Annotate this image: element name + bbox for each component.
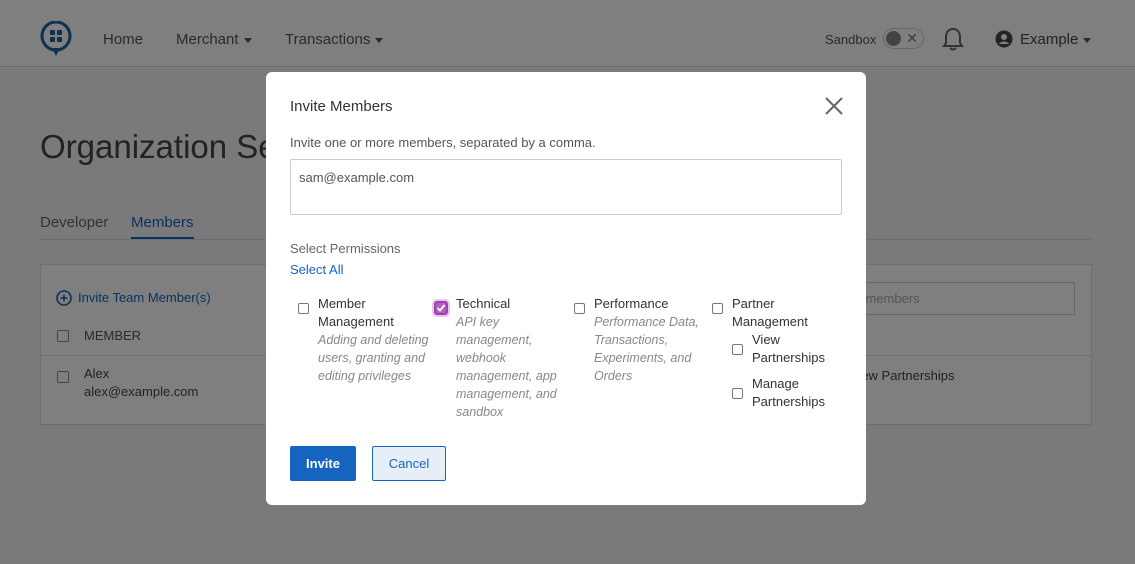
member-management-description: Adding and deleting users, granting and … (318, 331, 429, 385)
view-partnerships-label: View Partnerships (752, 331, 825, 367)
desc-line: API key (456, 315, 500, 329)
permissions-heading: Select Permissions (290, 241, 401, 256)
cancel-button[interactable]: Cancel (372, 446, 446, 481)
checkmark-icon (436, 304, 446, 312)
desc-line: editing privileges (318, 369, 412, 383)
title-line: Management (732, 314, 808, 329)
close-icon[interactable] (822, 94, 846, 118)
title-line: Manage (752, 376, 799, 391)
modal-title: Invite Members (290, 98, 393, 115)
manage-partnerships-checkbox[interactable] (732, 388, 743, 399)
title-line: Member (318, 296, 366, 311)
title-line: Performance (594, 296, 669, 311)
member-management-checkbox[interactable] (298, 303, 309, 314)
technical-title: Technical (456, 295, 510, 313)
desc-line: management, and (456, 387, 557, 401)
partner-management-checkbox[interactable] (712, 303, 723, 314)
desc-line: sandbox (456, 405, 504, 419)
invite-button[interactable]: Invite (290, 446, 356, 481)
desc-line: Experiments, and (594, 351, 692, 365)
title-line: Partnerships (752, 394, 825, 409)
select-all-link[interactable]: Select All (290, 262, 343, 277)
partner-management-title: Partner Management (732, 295, 808, 331)
title-line: Technical (456, 296, 511, 311)
title-line: Management (318, 314, 394, 329)
performance-description: Performance Data, Transactions, Experime… (594, 313, 699, 385)
manage-partnerships-label: Manage Partnerships (752, 375, 825, 411)
member-management-title: Member Management (318, 295, 394, 331)
technical-checkbox[interactable] (434, 301, 448, 315)
emails-input[interactable] (290, 159, 842, 215)
desc-line: users, granting and (318, 351, 426, 365)
desc-line: webhook (456, 351, 507, 365)
desc-line: management, app (456, 369, 557, 383)
desc-line: Performance Data, (594, 315, 699, 329)
desc-line: Orders (594, 369, 633, 383)
title-line: Partnerships (752, 350, 825, 365)
desc-line: Adding and deleting (318, 333, 429, 347)
technical-description: API key management, webhook management, … (456, 313, 557, 421)
view-partnerships-checkbox[interactable] (732, 344, 743, 355)
desc-line: Transactions, (594, 333, 669, 347)
performance-checkbox[interactable] (574, 303, 585, 314)
title-line: View (752, 332, 780, 347)
modal-description: Invite one or more members, separated by… (290, 135, 596, 150)
desc-line: management, (456, 333, 533, 347)
title-line: Partner (732, 296, 775, 311)
invite-members-modal: Invite Members Invite one or more member… (266, 72, 866, 505)
performance-title: Performance (594, 295, 668, 313)
